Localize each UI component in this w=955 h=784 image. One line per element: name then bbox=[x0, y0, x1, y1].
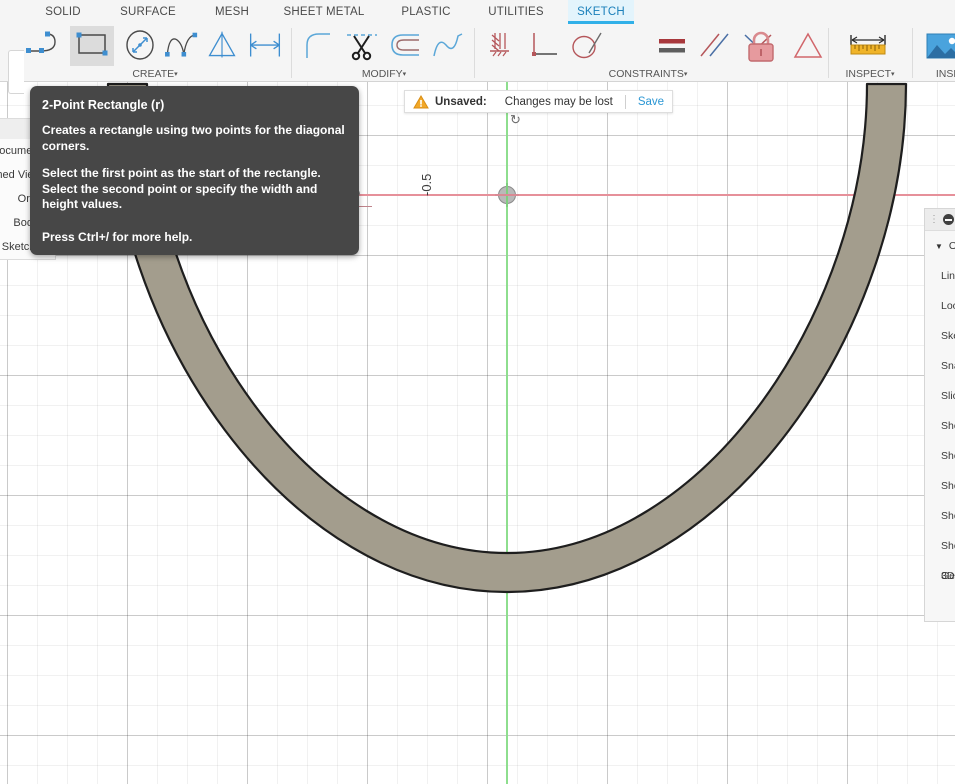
offset-tool-icon bbox=[385, 29, 427, 63]
rectangle-tool-icon bbox=[71, 29, 113, 63]
symmetry-constraint-icon bbox=[787, 29, 829, 63]
ribbon-group-inspect-label[interactable]: INSPECT▾ bbox=[832, 68, 908, 80]
dimension-label-0-5: -0.5 bbox=[419, 174, 434, 196]
tooltip-title: 2-Point Rectangle (r) bbox=[42, 98, 345, 112]
sketch-palette-header: ⋮ SKETCH PALETTE bbox=[925, 209, 955, 231]
perpendicular-constraint-icon bbox=[523, 29, 565, 63]
fusion-app-window: 1 -0.5 ↻ Unsaved Documents Named Views O… bbox=[0, 0, 955, 784]
line-tool-icon bbox=[23, 29, 65, 63]
tab-sheet-metal[interactable]: SHEET METAL bbox=[275, 0, 373, 24]
ribbon: CREATE▾ bbox=[0, 24, 955, 82]
collapse-minus-icon[interactable] bbox=[943, 214, 954, 225]
insert-image-icon bbox=[921, 29, 955, 63]
warning-triangle-icon bbox=[413, 95, 429, 109]
palette-item-slice[interactable]: Slice bbox=[925, 381, 955, 411]
tool-tooltip: 2-Point Rectangle (r) Creates a rectangl… bbox=[30, 86, 359, 255]
coincident-constraint-button[interactable] bbox=[478, 26, 522, 66]
tangent-constraint-button[interactable] bbox=[564, 26, 608, 66]
unsaved-label: Unsaved: bbox=[435, 96, 487, 108]
palette-item-3d-sketch[interactable]: 3D Sketch bbox=[925, 561, 955, 591]
ribbon-group-constraints-label[interactable]: CONSTRAINTS▾ bbox=[478, 68, 818, 80]
ribbon-group-modify-label[interactable]: MODIFY▾ bbox=[296, 68, 472, 80]
sketch-palette-panel[interactable]: ⋮ SKETCH PALETTE ▼ Options Line Type Look… bbox=[924, 208, 955, 622]
tooltip-paragraph-2: Select the first point as the start of t… bbox=[42, 166, 345, 213]
trim-tool-button[interactable] bbox=[340, 26, 384, 66]
palette-item-line-type[interactable]: Line Type bbox=[925, 261, 955, 291]
fix-unfix-constraint-button[interactable] bbox=[738, 28, 784, 68]
save-button[interactable]: Save bbox=[638, 96, 664, 108]
tab-utilities[interactable]: UTILITIES bbox=[479, 0, 553, 24]
line-tool-button[interactable] bbox=[22, 26, 66, 66]
equal-constraint-button[interactable] bbox=[650, 26, 694, 66]
chevron-down-icon: ▾ bbox=[174, 71, 178, 78]
fillet-tool-button[interactable] bbox=[296, 26, 340, 66]
palette-item-show-profile[interactable]: Show Profile bbox=[925, 411, 955, 441]
tooltip-paragraph-1: Creates a rectangle using two points for… bbox=[42, 123, 345, 154]
dimension-tick bbox=[358, 199, 372, 207]
perpendicular-constraint-button[interactable] bbox=[522, 26, 566, 66]
equal-constraint-icon bbox=[651, 29, 693, 63]
origin-point[interactable] bbox=[498, 186, 516, 204]
drag-grip-icon[interactable]: ⋮ bbox=[929, 209, 939, 231]
palette-item-show-dimensions[interactable]: Show Dimensions bbox=[925, 471, 955, 501]
chevron-down-icon: ▼ bbox=[935, 242, 943, 251]
symmetry-constraint-button[interactable] bbox=[786, 26, 830, 66]
ribbon-group-create-label[interactable]: CREATE▾ bbox=[22, 68, 288, 80]
circle-tool-icon bbox=[119, 29, 161, 63]
tab-solid[interactable]: SOLID bbox=[32, 0, 94, 24]
palette-footer bbox=[925, 591, 955, 621]
palette-item-sketch-grid[interactable]: Sketch Grid bbox=[925, 321, 955, 351]
ribbon-separator-2 bbox=[474, 28, 475, 78]
unsaved-message: Changes may be lost bbox=[505, 96, 613, 108]
tab-plastic[interactable]: PLASTIC bbox=[391, 0, 461, 24]
sketch-dimension-tool-button[interactable] bbox=[243, 26, 287, 66]
tab-mesh[interactable]: MESH bbox=[203, 0, 261, 24]
scissors-trim-icon bbox=[341, 29, 383, 63]
measure-ruler-icon bbox=[846, 29, 890, 63]
palette-item-look-at[interactable]: Look At bbox=[925, 291, 955, 321]
ribbon-separator-1 bbox=[291, 28, 292, 78]
chevron-down-icon: ▾ bbox=[403, 71, 407, 78]
chevron-down-icon: ▾ bbox=[684, 71, 688, 78]
fillet-tool-icon bbox=[297, 29, 339, 63]
palette-item-show-projected[interactable]: Show Projected Geometries bbox=[925, 531, 955, 561]
two-point-rectangle-tool-button[interactable] bbox=[70, 26, 114, 66]
palette-section-options[interactable]: ▼ Options bbox=[925, 231, 955, 261]
spline-tool-icon bbox=[160, 29, 204, 63]
mirror-tool-icon bbox=[200, 29, 244, 63]
unsaved-notification-bar: Unsaved: Changes may be lost Save bbox=[404, 90, 673, 113]
palette-item-show-points[interactable]: Show Points bbox=[925, 441, 955, 471]
tab-sketch[interactable]: SKETCH bbox=[568, 0, 634, 24]
tangent-constraint-icon bbox=[565, 29, 607, 63]
workspace-tab-strip: SOLID SURFACE MESH SHEET METAL PLASTIC U… bbox=[0, 0, 955, 24]
ribbon-separator-4 bbox=[912, 28, 913, 78]
palette-item-snap[interactable]: Snap bbox=[925, 351, 955, 381]
tab-surface[interactable]: SURFACE bbox=[112, 0, 184, 24]
unsaved-divider bbox=[625, 95, 626, 109]
coincident-constraint-icon bbox=[479, 29, 521, 63]
lock-fix-icon bbox=[739, 28, 783, 68]
chevron-down-icon: ▾ bbox=[891, 71, 895, 78]
mirror-tool-button[interactable] bbox=[200, 26, 244, 66]
circle-tool-button[interactable] bbox=[118, 26, 162, 66]
spline-tool-button[interactable] bbox=[160, 26, 204, 66]
top-toolbar: SOLID SURFACE MESH SHEET METAL PLASTIC U… bbox=[0, 0, 955, 82]
break-tool-button[interactable] bbox=[426, 26, 470, 66]
rotation-glyph-icon: ↻ bbox=[510, 112, 521, 128]
midpoint-constraint-button-spacer bbox=[692, 26, 736, 66]
palette-item-show-constraints[interactable]: Show Constraints bbox=[925, 501, 955, 531]
sketch-dimension-icon bbox=[243, 29, 287, 63]
palette-section-label: Options bbox=[949, 240, 955, 252]
measure-tool-button[interactable] bbox=[846, 26, 890, 66]
ribbon-separator-3 bbox=[828, 28, 829, 78]
y-axis-line bbox=[506, 0, 508, 784]
tooltip-help-text: Press Ctrl+/ for more help. bbox=[42, 230, 345, 244]
offset-tool-button[interactable] bbox=[384, 26, 428, 66]
insert-image-tool-button[interactable] bbox=[920, 26, 955, 66]
tooltip-body: Creates a rectangle using two points for… bbox=[42, 123, 345, 213]
break-curvature-icon bbox=[427, 29, 469, 63]
ribbon-group-insert-label[interactable]: INSERT bbox=[916, 68, 955, 80]
